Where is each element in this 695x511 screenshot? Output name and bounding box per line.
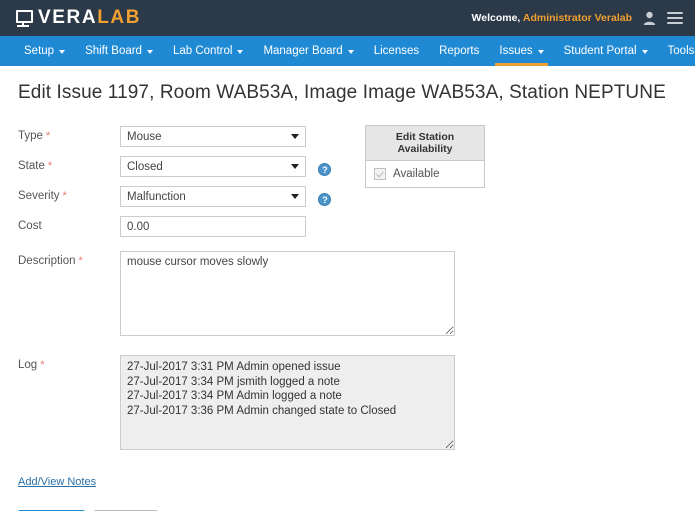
nav-label-issues: Issues — [499, 45, 533, 57]
top-header-bar: VERALAB Welcome, Administrator Veralab — [0, 0, 695, 36]
label-log: Log * — [18, 355, 120, 371]
required-marker: * — [78, 255, 83, 267]
nav-label-reports: Reports — [439, 45, 480, 57]
nav-label-manager-board: Manager Board — [263, 45, 343, 57]
main-navigation-bar: Setup Shift Board Lab Control Manager Bo… — [0, 36, 695, 66]
form-row-log: Log * — [18, 355, 679, 455]
edit-issue-form: Type * Mouse State * Closed ? Severity *… — [18, 125, 679, 455]
form-row-severity: Severity * Malfunction ? — [18, 186, 679, 207]
station-panel-body: Available — [366, 161, 484, 187]
label-description: Description * — [18, 251, 120, 267]
page-content: Edit Issue 1197, Room WAB53A, Image Imag… — [0, 66, 695, 511]
available-checkbox — [374, 168, 386, 180]
station-panel-title: Edit Station Availability — [366, 126, 484, 161]
chevron-down-icon — [237, 49, 244, 54]
nav-item-licenses[interactable]: Licenses — [364, 36, 429, 66]
chevron-down-icon — [146, 49, 153, 54]
app-logo[interactable]: VERALAB — [14, 7, 141, 29]
nav-item-student-portal[interactable]: Student Portal — [554, 36, 658, 66]
nav-item-setup[interactable]: Setup — [14, 36, 75, 66]
monitor-logo-icon — [14, 9, 33, 27]
required-marker: * — [47, 160, 53, 172]
description-textarea[interactable]: mouse cursor moves slowly — [120, 251, 455, 336]
nav-label-shift-board: Shift Board — [85, 45, 142, 57]
label-state: State * — [18, 156, 120, 172]
control-type: Mouse — [120, 126, 306, 147]
nav-item-manager-board[interactable]: Manager Board — [253, 36, 363, 66]
edit-station-availability-panel: Edit Station Availability Available — [365, 125, 485, 188]
required-marker: * — [45, 130, 51, 142]
select-wrapper-severity: Malfunction — [120, 186, 306, 207]
welcome-prefix: Welcome, — [471, 12, 521, 24]
cost-input[interactable] — [120, 216, 306, 237]
control-severity: Malfunction ? — [120, 186, 332, 207]
welcome-user-name: Administrator Veralab — [522, 12, 632, 24]
nav-item-issues[interactable]: Issues — [489, 36, 553, 66]
label-severity-text: Severity — [18, 190, 60, 202]
select-wrapper-type: Mouse — [120, 126, 306, 147]
nav-label-tools: Tools — [667, 45, 695, 57]
select-wrapper-state: Closed — [120, 156, 306, 177]
label-severity: Severity * — [18, 186, 120, 202]
state-select[interactable]: Closed — [120, 156, 306, 177]
chevron-down-icon — [537, 49, 544, 54]
nav-label-setup: Setup — [24, 45, 55, 57]
label-description-text: Description — [18, 255, 76, 267]
label-type: Type * — [18, 126, 120, 142]
label-state-text: State — [18, 160, 45, 172]
chevron-down-icon — [59, 49, 66, 54]
nav-item-shift-board[interactable]: Shift Board — [75, 36, 163, 66]
label-log-text: Log — [18, 359, 38, 371]
type-select[interactable]: Mouse — [120, 126, 306, 147]
available-checkbox-label: Available — [393, 168, 440, 180]
control-log — [120, 355, 455, 455]
logo-text-lab: LAB — [97, 7, 142, 28]
help-circle-icon[interactable]: ? — [318, 162, 332, 176]
form-row-type: Type * Mouse — [18, 126, 679, 147]
user-icon[interactable] — [643, 11, 656, 25]
control-description: mouse cursor moves slowly — [120, 251, 455, 341]
label-cost-text: Cost — [18, 220, 42, 232]
nav-label-lab-control: Lab Control — [172, 45, 233, 57]
help-circle-icon[interactable]: ? — [318, 192, 332, 206]
hamburger-menu-icon[interactable] — [667, 12, 683, 24]
header-right-group: Welcome, Administrator Veralab — [472, 11, 683, 25]
required-marker: * — [62, 190, 67, 202]
label-cost: Cost — [18, 216, 120, 232]
label-type-text: Type — [18, 130, 43, 142]
chevron-down-icon — [641, 49, 648, 54]
logo-text-vera: VERA — [38, 7, 98, 28]
form-row-state: State * Closed ? — [18, 156, 679, 177]
logo-text: VERALAB — [38, 7, 141, 29]
nav-label-student-portal: Student Portal — [563, 45, 637, 57]
nav-item-reports[interactable]: Reports — [429, 36, 489, 66]
control-state: Closed ? — [120, 156, 332, 177]
nav-item-lab-control[interactable]: Lab Control — [163, 36, 253, 66]
chevron-down-icon — [347, 49, 354, 54]
form-row-cost: Cost — [18, 216, 679, 237]
log-textarea[interactable] — [120, 355, 455, 450]
form-row-description: Description * mouse cursor moves slowly — [18, 251, 679, 341]
welcome-message: Welcome, Administrator Veralab — [472, 12, 632, 24]
required-marker: * — [40, 359, 45, 371]
control-cost — [120, 216, 306, 237]
page-title: Edit Issue 1197, Room WAB53A, Image Imag… — [18, 82, 666, 103]
nav-item-tools[interactable]: Tools — [658, 36, 695, 66]
severity-select[interactable]: Malfunction — [120, 186, 306, 207]
nav-label-licenses: Licenses — [373, 45, 420, 57]
add-view-notes-link[interactable]: Add/View Notes — [18, 476, 96, 488]
